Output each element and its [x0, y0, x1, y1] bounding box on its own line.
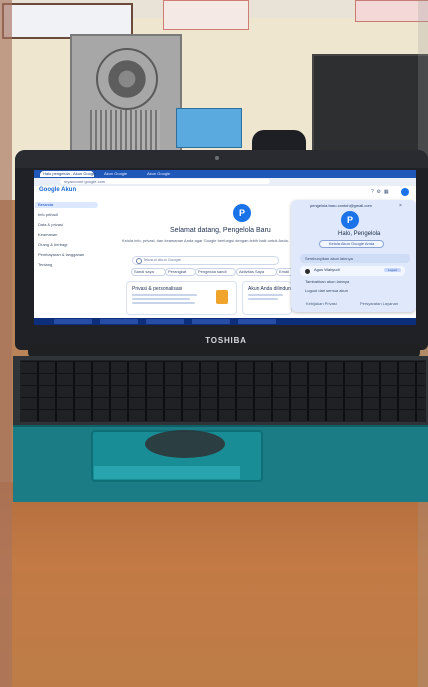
security-card-line	[248, 298, 278, 300]
laptop-screen: Halo pengelola - Akun Google Akun Google…	[34, 170, 416, 325]
chip-password[interactable]: Sandi saya	[131, 268, 166, 276]
left-click-button[interactable]	[94, 466, 168, 479]
left-edge	[0, 0, 12, 687]
chip-devices[interactable]: Perangkat	[165, 268, 196, 276]
keyboard-row	[21, 386, 425, 397]
security-card-line	[248, 294, 283, 296]
main-avatar: P	[233, 204, 251, 222]
blue-box	[176, 108, 242, 148]
sidebar-item-security[interactable]: Keamanan	[38, 232, 57, 238]
manage-account-button[interactable]: Kelola Akun Google Anda	[319, 240, 384, 248]
keyboard-row	[21, 410, 425, 421]
sign-out-button[interactable]: Logout dari semua akun	[305, 288, 348, 293]
add-account-button[interactable]: Tambahkan akun lainnya	[305, 279, 349, 284]
keyboard-row	[21, 362, 425, 373]
account-avatar	[305, 269, 310, 274]
account-status-badge: Logout	[384, 268, 401, 272]
app-header	[34, 186, 416, 198]
sidebar-item-personal-info[interactable]: Info pribadi	[38, 212, 58, 218]
sidebar-item-home[interactable]: Beranda	[35, 202, 98, 208]
search-placeholder: Telusuri Akun Google	[143, 257, 181, 262]
laptop-bezel	[15, 150, 428, 168]
webcam-icon	[215, 156, 219, 160]
privacy-card-line	[132, 294, 197, 296]
keyboard	[20, 360, 426, 422]
welcome-subtitle: Kelola info, privasi, dan keamanan Anda …	[122, 238, 289, 243]
google-account-logo[interactable]: Google Akun	[39, 187, 76, 193]
welcome-title: Selamat datang, Pengelola Baru	[170, 227, 271, 234]
sidebar-item-data-privacy[interactable]: Data & privasi	[38, 222, 63, 228]
taskbar-item[interactable]	[100, 319, 138, 324]
browser-tab-1[interactable]: Halo pengelola - Akun Google	[40, 171, 96, 177]
popup-greeting: Halo, Pengelola	[338, 231, 381, 237]
security-card-title: Akun Anda dilindungi	[248, 286, 295, 292]
privacy-card-line	[132, 302, 195, 304]
terms-link[interactable]: Persyaratan Layanan	[360, 301, 398, 306]
desk-surface	[0, 482, 428, 687]
chip-password-manager[interactable]: Pengelola sandi	[195, 268, 236, 276]
privacy-card[interactable]: Privasi & personalisasi	[126, 281, 237, 315]
sidebar-item-sharing[interactable]: Orang & berbagi	[38, 242, 67, 248]
popup-email: pengelola.baru.contoh@gmail.com	[310, 203, 372, 208]
keyboard-row	[21, 398, 425, 409]
url-text: myaccount.google.com	[64, 179, 106, 184]
browser-tab-3[interactable]: Akun Google	[144, 171, 188, 177]
taskbar-item[interactable]	[238, 319, 276, 324]
accounts-section-toggle[interactable]: Sembunyikan akun lainnya	[300, 254, 410, 263]
monitor	[312, 54, 428, 160]
privacy-card-title: Privasi & personalisasi	[132, 286, 183, 292]
account-name: Agus Wahyudi	[314, 267, 340, 272]
taskbar-item[interactable]	[146, 319, 184, 324]
privacy-policy-link[interactable]: Kebijakan Privasi	[306, 301, 337, 306]
browser-tab-2[interactable]: Akun Google	[101, 171, 145, 177]
privacy-illustration-icon	[216, 290, 228, 304]
right-click-button[interactable]	[167, 466, 240, 479]
privacy-card-line	[132, 298, 190, 300]
sidebar-item-about[interactable]: Tentang	[38, 262, 52, 268]
sidebar: Beranda Info pribadi Data & privasi Keam…	[34, 198, 103, 320]
close-icon[interactable]: ×	[399, 203, 402, 209]
security-card[interactable]: Akun Anda dilindungi	[242, 281, 295, 315]
wall-paper-middle	[163, 0, 249, 30]
taskbar-item[interactable]	[54, 319, 92, 324]
taskbar-item[interactable]	[192, 319, 230, 324]
header-avatar[interactable]	[401, 188, 409, 196]
sidebar-item-payments[interactable]: Pembayaran & langganan	[38, 252, 84, 258]
chip-activity[interactable]: Aktivitas Saya	[236, 268, 277, 276]
touchpad-smudge	[145, 430, 225, 458]
fan-icon	[96, 48, 158, 110]
search-icon	[136, 258, 142, 264]
popup-avatar: P	[341, 211, 359, 229]
header-icons: ? ⚙ ▦	[371, 189, 389, 195]
keyboard-row	[21, 374, 425, 385]
